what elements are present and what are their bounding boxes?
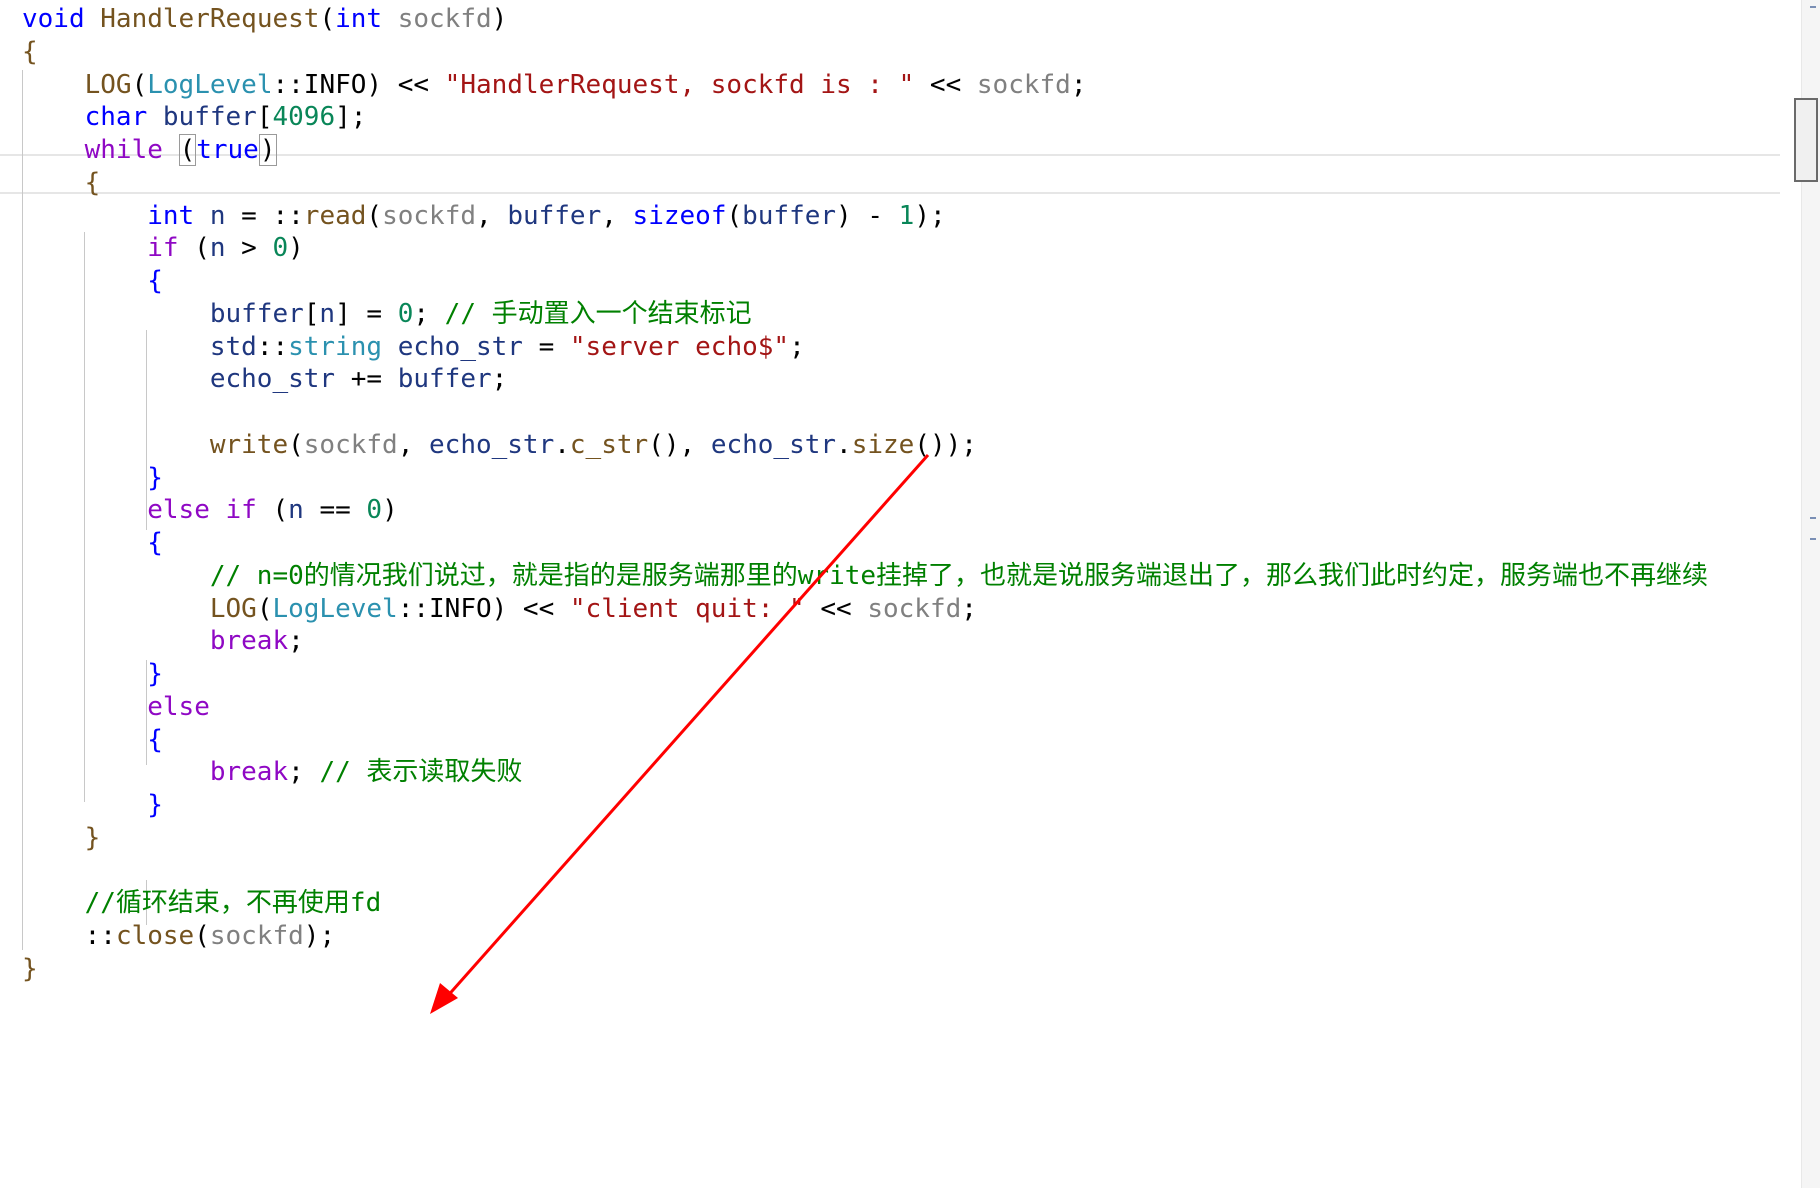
annotation-arrow [430, 454, 930, 1014]
scrollbar-marker [1810, 538, 1816, 540]
scrollbar-thumb[interactable] [1794, 98, 1818, 182]
scrollbar-marker [1810, 517, 1816, 519]
arrow-shaft [435, 454, 930, 1009]
scrollbar-marker [1810, 6, 1816, 8]
code-editor[interactable]: void HandlerRequest(int sockfd){ LOG(Log… [0, 0, 1820, 1188]
